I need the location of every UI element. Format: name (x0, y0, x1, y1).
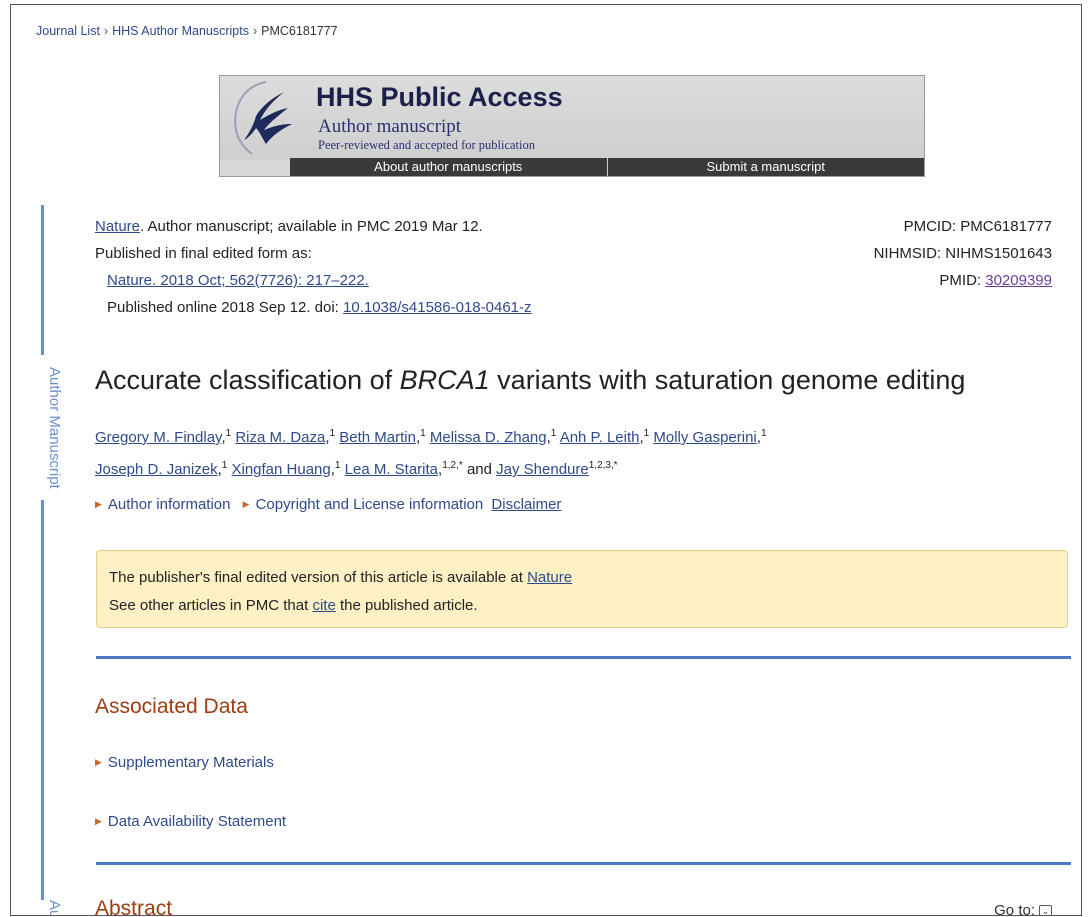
author-affiliation: 1,2,* (442, 460, 463, 471)
author-affiliation: 1 (334, 460, 341, 471)
author-link[interactable]: Lea M. Starita (345, 461, 438, 478)
author-affiliation: 1 (221, 460, 228, 471)
nature-link[interactable]: Nature (527, 569, 572, 586)
citation-availability-line: Nature. Author manuscript; available in … (95, 213, 532, 240)
breadcrumb-current: PMC6181777 (261, 24, 338, 38)
data-availability-label: Data Availability Statement (107, 813, 287, 830)
goto-label: Go to: (994, 902, 1035, 916)
page-frame: Journal List › HHS Author Manuscripts › PMC6… (10, 4, 1082, 916)
supplementary-materials-label: Supplementary Materials (107, 754, 274, 771)
published-ref-line: Nature. 2018 Oct; 562(7726): 217–222. (95, 267, 532, 294)
article-title: Accurate classification of BRCA1 variant… (95, 365, 965, 396)
author-link[interactable]: Riza M. Daza (235, 429, 325, 446)
availability-text: . Author manuscript; available in PMC 20… (140, 218, 483, 235)
copyright-license-toggle[interactable]: Copyright and License information (256, 496, 484, 513)
side-tab-author-manuscript-partial: Autho (46, 900, 63, 915)
associated-data-heading: Associated Data (95, 695, 248, 718)
expand-triangle-icon: ▶ (95, 499, 102, 509)
author-link[interactable]: Melissa D. Zhang (430, 429, 547, 446)
expand-triangle-icon: ▶ (95, 816, 102, 826)
author-affiliation: 1,2,3,* (588, 460, 618, 471)
title-part-1: Accurate classification of (95, 365, 400, 395)
breadcrumb-separator: › (252, 24, 258, 38)
notice-text-2b: the published article. (335, 597, 478, 614)
author-link[interactable]: Gregory M. Findlay (95, 429, 221, 446)
authors-and: and (466, 461, 492, 478)
banner-subtitle: Author manuscript (318, 116, 462, 137)
notice-text-1: The publisher's final edited version of … (109, 569, 528, 586)
author-affiliation: 1 (760, 428, 767, 439)
about-author-manuscripts-button[interactable]: About author manuscripts (290, 158, 608, 176)
notice-line-2: See other articles in PMC that cite the … (109, 592, 1055, 620)
banner-title: HHS Public Access (316, 82, 563, 112)
author-affiliation: 1 (225, 428, 232, 439)
data-availability-toggle[interactable]: ▶ Data Availability Statement (95, 813, 286, 830)
author-affiliation: 1 (420, 428, 426, 439)
goto-menu[interactable]: Go to: ⌄ (994, 902, 1052, 916)
expand-triangle-icon: ▶ (95, 757, 102, 767)
info-links-row: ▶ Author information ▶ Copyright and Licen… (95, 496, 561, 513)
author-information-toggle[interactable]: Author information (108, 496, 231, 513)
section-divider (96, 656, 1071, 659)
author-affiliation: 1 (550, 428, 557, 439)
side-tab-line-bottom (41, 500, 44, 900)
author-link[interactable]: Jay Shendure (496, 461, 589, 478)
published-online-line: Published online 2018 Sep 12. doi: 10.10… (95, 294, 532, 321)
author-link[interactable]: Xingfan Huang (231, 461, 330, 478)
cite-link[interactable]: cite (312, 597, 335, 614)
publisher-version-notice: The publisher's final edited version of … (96, 550, 1068, 628)
journal-link[interactable]: Nature (95, 218, 140, 235)
breadcrumb: Journal List › HHS Author Manuscripts › PMC6… (36, 24, 338, 38)
side-tab-author-manuscript: Author Manuscript (46, 367, 63, 489)
published-ref-link[interactable]: Nature. 2018 Oct; 562(7726): 217–222. (107, 272, 369, 289)
title-gene: BRCA1 (399, 365, 490, 395)
author-affiliation: 1 (329, 428, 336, 439)
citation-block: Nature. Author manuscript; available in … (95, 213, 532, 321)
banner-peer-reviewed-note: Peer-reviewed and accepted for publicati… (318, 138, 536, 152)
identifiers-block: PMCID: PMC6181777 NIHMSID: NIHMS1501643 … (874, 213, 1052, 294)
notice-line-1: The publisher's final edited version of … (109, 564, 1055, 592)
breadcrumb-separator: › (103, 24, 109, 38)
nihmsid: NIHMSID: NIHMS1501643 (873, 245, 1052, 262)
hhs-eagle-logo-icon (226, 78, 308, 160)
section-divider (96, 862, 1071, 865)
author-link[interactable]: Joseph D. Janizek (95, 461, 218, 478)
breadcrumb-journal-list[interactable]: Journal List (36, 24, 100, 38)
hhs-public-access-banner: HHS Public Access Author manuscript Peer… (219, 75, 925, 177)
pmid-line: PMID: 30209399 (874, 267, 1052, 294)
abstract-heading: Abstract (95, 897, 173, 916)
notice-text-2a: See other articles in PMC that (109, 597, 313, 614)
author-link[interactable]: Molly Gasperini (653, 429, 756, 446)
chevron-down-icon: ⌄ (1039, 904, 1052, 915)
disclaimer-link[interactable]: Disclaimer (491, 496, 561, 513)
expand-triangle-icon: ▶ (242, 499, 250, 509)
author-link[interactable]: Anh P. Leith (560, 429, 640, 446)
author-link[interactable]: Beth Martin (339, 429, 416, 446)
banner-button-bar: About author manuscripts Submit a manusc… (290, 158, 924, 176)
side-tab-line-top (41, 205, 44, 355)
supplementary-materials-toggle[interactable]: ▶ Supplementary Materials (95, 754, 274, 771)
breadcrumb-hhs-author-manuscripts[interactable]: HHS Author Manuscripts (112, 24, 249, 38)
submit-manuscript-button[interactable]: Submit a manuscript (608, 158, 925, 176)
title-part-2: variants with saturation genome editing (489, 365, 966, 395)
pmid-label: PMID: (939, 272, 986, 289)
doi-link[interactable]: 10.1038/s41586-018-0461-z (343, 299, 531, 316)
pmid-link[interactable]: 30209399 (985, 272, 1052, 289)
author-list: Gregory M. Findlay,1 Riza M. Daza,1 Beth… (95, 428, 767, 478)
pmcid: PMCID: PMC6181777 (903, 218, 1052, 235)
published-as-label: Published in final edited form as: (95, 245, 312, 262)
author-affiliation: 1 (643, 428, 650, 439)
published-online-text: Published online 2018 Sep 12. doi: (107, 299, 344, 316)
